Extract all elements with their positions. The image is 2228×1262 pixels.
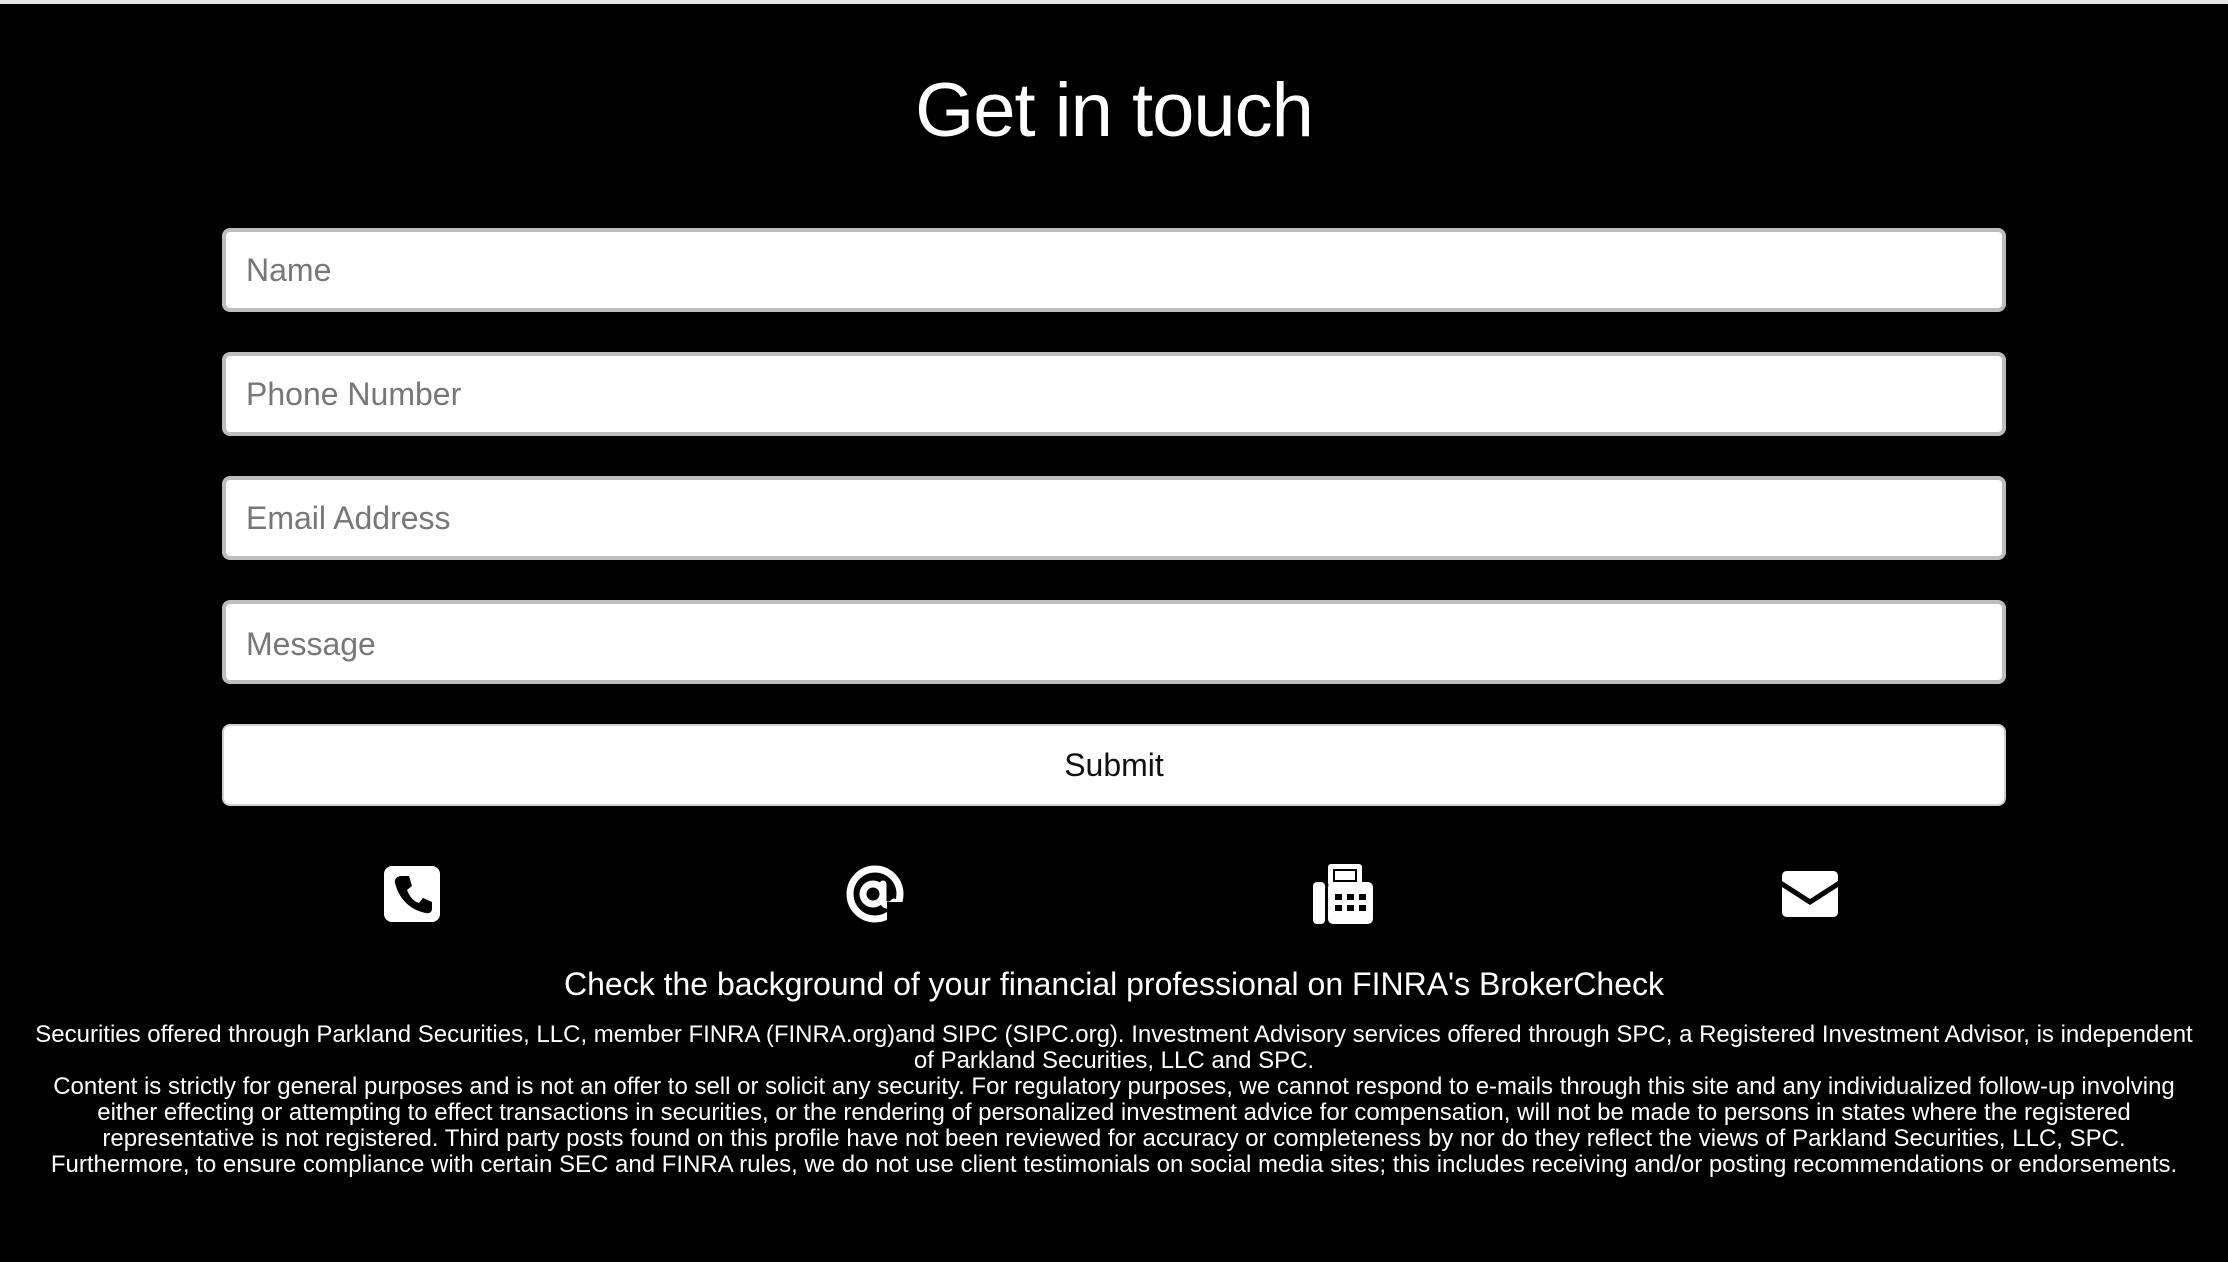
disclaimer-securities: Securities offered through Parkland Secu… (35, 1021, 2193, 1074)
fax-icon[interactable] (1311, 862, 1375, 926)
at-icon[interactable] (843, 862, 907, 926)
email-input[interactable] (222, 476, 2006, 560)
submit-button[interactable]: Submit (222, 724, 2006, 806)
brokercheck-link[interactable]: Check the background of your financial p… (0, 964, 2228, 1004)
message-input[interactable] (222, 600, 2006, 684)
phone-icon[interactable] (380, 862, 444, 926)
phone-input[interactable] (222, 352, 2006, 436)
contact-icons (0, 862, 2228, 926)
disclaimer: Securities offered through Parkland Secu… (30, 1022, 2198, 1178)
page-title: Get in touch (915, 68, 1314, 153)
name-input[interactable] (222, 228, 2006, 312)
envelope-icon[interactable] (1778, 862, 1842, 926)
disclaimer-content: Content is strictly for general purposes… (50, 1073, 2178, 1178)
contact-section: Get in touch Submit (0, 4, 2228, 1262)
